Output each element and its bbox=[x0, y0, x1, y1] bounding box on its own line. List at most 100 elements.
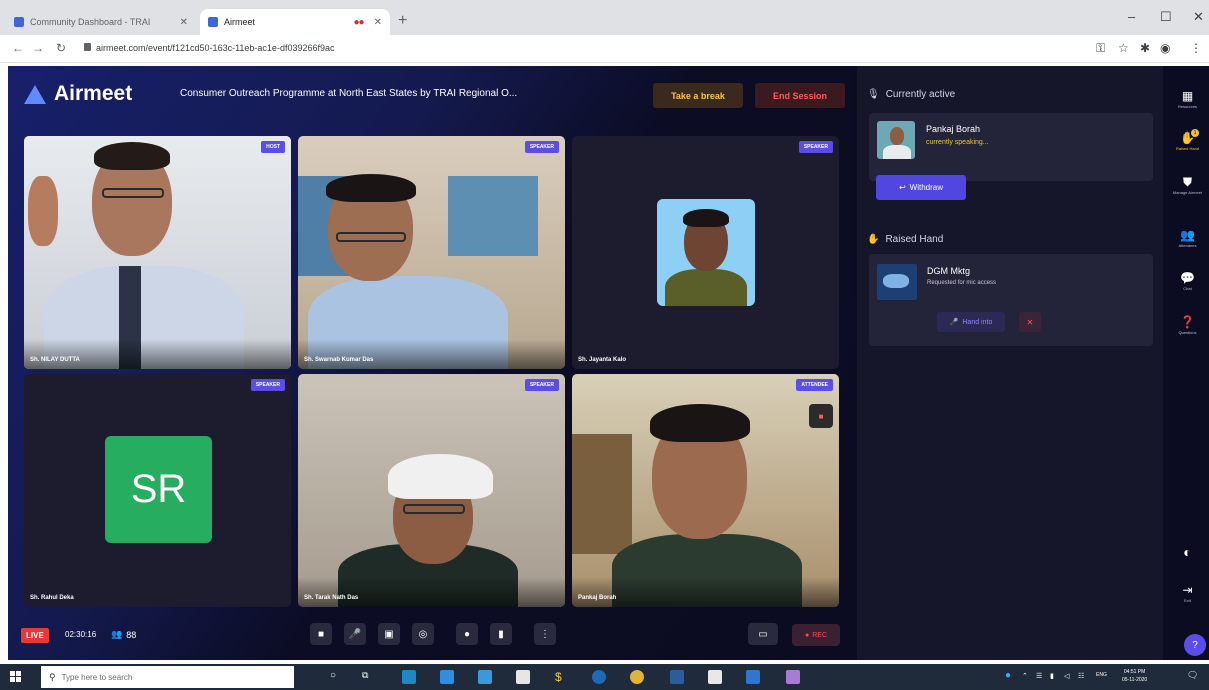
window-curtain bbox=[448, 176, 538, 256]
exit-icon: ⇥ bbox=[1182, 583, 1193, 597]
airmeet-favicon-icon bbox=[208, 17, 218, 27]
close-tab-icon[interactable]: ✕ bbox=[180, 17, 188, 28]
microphone-icon: 🎙 bbox=[867, 89, 880, 100]
record-dot-icon: ● bbox=[804, 631, 810, 639]
rail-questions[interactable]: ❓ Questions bbox=[1166, 316, 1209, 335]
live-badge: LIVE bbox=[21, 628, 49, 643]
brand: Airmeet bbox=[24, 82, 132, 106]
reject-button[interactable]: ✕ bbox=[1019, 312, 1041, 332]
volume-icon[interactable]: ◁ bbox=[1064, 672, 1069, 680]
taskbar-search[interactable]: ⚲ Type here to search bbox=[41, 666, 294, 688]
more-options-button[interactable]: ⋮ bbox=[534, 623, 556, 645]
profile-icon[interactable]: ◉ bbox=[1160, 41, 1170, 55]
withdraw-button[interactable]: ↩ Withdraw bbox=[876, 175, 966, 200]
hand-into-button[interactable]: 🎤 Hand into bbox=[937, 312, 1005, 332]
hp-icon[interactable] bbox=[592, 670, 606, 684]
reload-icon[interactable]: ↻ bbox=[56, 41, 66, 55]
paint-icon[interactable] bbox=[786, 670, 800, 684]
rail-raised-hand[interactable]: ✋ 1 Raised Hand bbox=[1166, 129, 1209, 151]
camera-button[interactable]: ■ bbox=[310, 623, 332, 645]
close-tab-icon[interactable]: ✕ bbox=[374, 17, 382, 28]
effects-button[interactable]: ◎ bbox=[412, 623, 434, 645]
windows-taskbar: ⚲ Type here to search ○ ⧉ $ ● ⌃ ☰ ▮ ◁ ☷ … bbox=[0, 664, 1209, 690]
video-tile[interactable]: SR SPEAKER Sh. Rahul Deka bbox=[24, 374, 291, 607]
video-tile[interactable]: SPEAKER Sh. Swarnab Kumar Das bbox=[298, 136, 565, 369]
record-button[interactable]: ● REC bbox=[792, 624, 840, 646]
edge-browser-icon[interactable] bbox=[402, 670, 416, 684]
reactions-button[interactable]: ● bbox=[456, 623, 478, 645]
rail-exit[interactable]: ⇥ Exit bbox=[1166, 584, 1209, 603]
notifications-icon[interactable]: 🗨 bbox=[1187, 670, 1198, 681]
cortana-icon[interactable]: ○ bbox=[330, 670, 344, 684]
rail-label: Raised Hand bbox=[1175, 146, 1200, 151]
photos-icon[interactable] bbox=[670, 670, 684, 684]
side-panel: 🎙 Currently active Pankaj Borah currentl… bbox=[857, 66, 1163, 660]
minimize-icon[interactable]: – bbox=[1128, 9, 1135, 24]
url-field[interactable]: airmeet.com/event/f121cd50-163c-11eb-ac1… bbox=[96, 43, 335, 53]
active-speaker-card: Pankaj Borah currently speaking... bbox=[869, 113, 1153, 181]
rail-label: Attendees bbox=[1178, 243, 1197, 248]
wifi-icon[interactable]: ☰ bbox=[1036, 672, 1042, 680]
store-icon[interactable] bbox=[516, 670, 530, 684]
record-label: REC bbox=[812, 631, 827, 639]
help-button[interactable]: ? bbox=[1184, 634, 1206, 656]
layout-dropdown-button[interactable]: ▭ bbox=[748, 623, 778, 645]
tray-chevron-icon[interactable]: ⌃ bbox=[1022, 672, 1028, 680]
poll-button[interactable]: ▮ bbox=[490, 623, 512, 645]
file-explorer-icon[interactable] bbox=[440, 670, 454, 684]
video-tile[interactable]: SPEAKER Sh. Tarak Nath Das bbox=[298, 374, 565, 607]
extensions-icon[interactable]: ✱ bbox=[1140, 41, 1150, 55]
people-icon: 👥 bbox=[111, 629, 123, 639]
language-indicator[interactable]: ENG bbox=[1096, 672, 1107, 678]
rail-manage-airmeet[interactable]: ⛊ Manage Airmeet bbox=[1166, 176, 1209, 195]
mail-icon[interactable] bbox=[478, 670, 492, 684]
raised-hand-name: DGM Mktg bbox=[927, 266, 971, 276]
video-tile[interactable]: HOST Sh. NILAY DUTTA bbox=[24, 136, 291, 369]
windows-start-icon[interactable] bbox=[10, 671, 21, 682]
briefcase-icon[interactable] bbox=[708, 670, 722, 684]
withdraw-icon: ↩ bbox=[898, 183, 906, 192]
rail-profile[interactable]: ◐ bbox=[1166, 545, 1209, 559]
attendee-count[interactable]: 👥 88 bbox=[111, 629, 136, 640]
battery-icon[interactable]: ▮ bbox=[1050, 672, 1054, 680]
tab-airmeet[interactable]: Airmeet ●● ✕ bbox=[200, 9, 390, 35]
task-view-icon[interactable]: ⧉ bbox=[362, 670, 376, 684]
participant-name: Sh. NILAY DUTTA bbox=[30, 357, 80, 363]
chrome-icon[interactable] bbox=[630, 670, 644, 684]
bookmark-star-icon[interactable]: ☆ bbox=[1118, 41, 1129, 55]
rail-resources[interactable]: ▦ Resources bbox=[1166, 90, 1209, 109]
rail-chat[interactable]: 💬 Chat bbox=[1166, 272, 1209, 291]
dollar-app-icon[interactable]: $ bbox=[555, 670, 569, 684]
taskbar-search-placeholder: Type here to search bbox=[61, 672, 133, 682]
questions-icon: ❓ bbox=[1180, 315, 1195, 329]
end-session-button[interactable]: End Session bbox=[755, 83, 845, 108]
forward-icon[interactable]: → bbox=[32, 41, 44, 55]
back-icon[interactable]: ← bbox=[12, 41, 24, 55]
attendee-count-value: 88 bbox=[126, 629, 137, 640]
video-tile[interactable]: SPEAKER Sh. Jayanta Kalo bbox=[572, 136, 839, 369]
hand-into-label: Hand into bbox=[962, 318, 993, 326]
glasses bbox=[403, 504, 465, 514]
new-tab-button[interactable]: + bbox=[398, 12, 407, 30]
raised-hand-avatar bbox=[877, 264, 917, 300]
profile-photo bbox=[657, 199, 755, 306]
screen-share-button[interactable]: ▣ bbox=[378, 623, 400, 645]
manage-icon: ⛊ bbox=[1182, 175, 1192, 189]
maximize-icon[interactable]: ☐ bbox=[1160, 9, 1172, 25]
speaker-avatar bbox=[877, 121, 915, 159]
microphone-button[interactable]: 🎤 bbox=[344, 623, 366, 645]
notification-badge: 1 bbox=[1191, 129, 1199, 137]
language-icon[interactable]: ☷ bbox=[1078, 672, 1084, 680]
take-break-button[interactable]: Take a break bbox=[653, 83, 743, 108]
key-icon[interactable]: ⚿ bbox=[1096, 41, 1105, 56]
video-tile[interactable]: ■ ATTENDEE Pankaj Borah bbox=[572, 374, 839, 607]
menu-icon[interactable]: ⋮ bbox=[1190, 41, 1202, 55]
video-options-button[interactable]: ■ bbox=[809, 404, 833, 428]
monitor-icon[interactable] bbox=[746, 670, 760, 684]
close-window-icon[interactable]: ✕ bbox=[1193, 9, 1204, 25]
rail-label: Questions bbox=[1178, 330, 1197, 335]
rail-attendees[interactable]: 👥 Attendees bbox=[1166, 229, 1209, 248]
network-app-icon[interactable]: ● bbox=[1005, 670, 1011, 681]
tab-community-dashboard[interactable]: Community Dashboard - TRAI ✕ bbox=[6, 9, 196, 35]
taskbar-clock[interactable]: 04:51 PM 05-11-2020 bbox=[1122, 668, 1147, 684]
